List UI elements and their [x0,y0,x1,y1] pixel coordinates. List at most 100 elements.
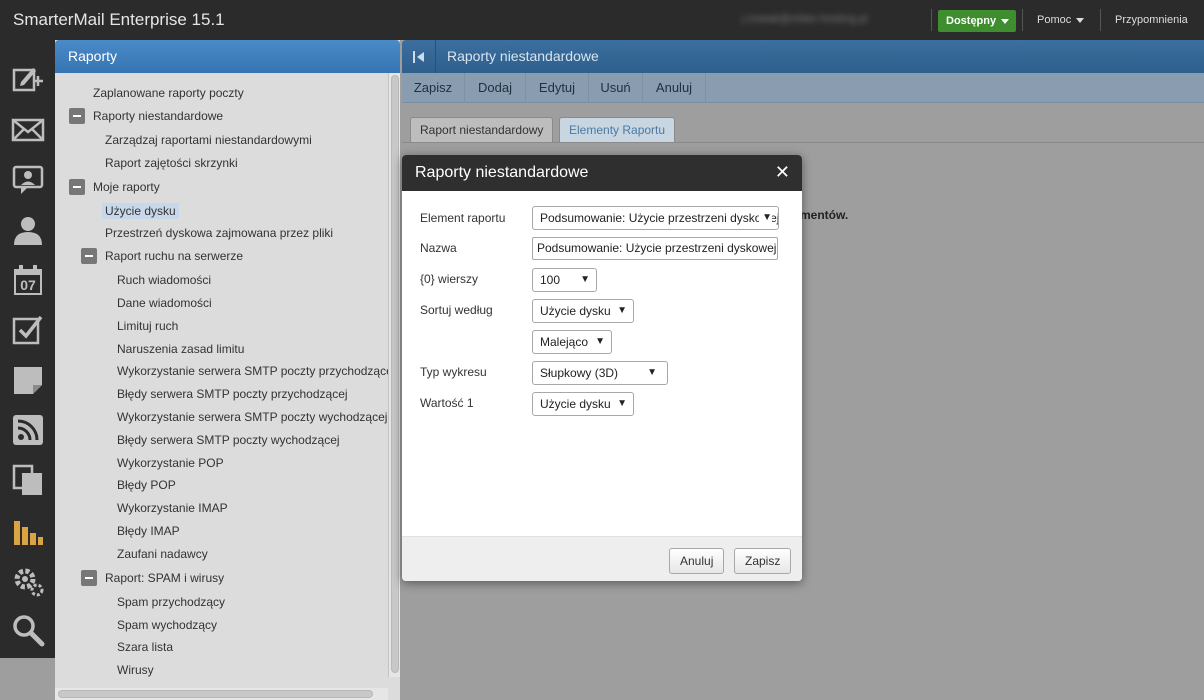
tree-item[interactable]: Wykorzystanie POP [117,453,224,473]
element-select[interactable]: Podsumowanie: Użycie przestrzeni dyskowe… [532,206,779,230]
collapse-left-icon [412,50,424,63]
scrollbar-thumb[interactable] [391,75,399,673]
chevron-down-icon: ▼ [759,207,772,229]
chart-type-select[interactable]: Słupkowy (3D) ▼ [532,361,668,385]
dialog-cancel-button[interactable]: Anuluj [669,548,725,574]
tree-item-file-storage[interactable]: Przestrzeń dyskowa zajmowana przez pliki [105,223,333,243]
rows-select[interactable]: 100 ▼ [532,268,597,292]
tab-custom-report[interactable]: Raport niestandardowy [410,117,554,143]
custom-report-dialog: Raporty niestandardowe ✕ Element raportu… [402,155,802,581]
search-icon[interactable] [8,610,48,650]
dialog-title: Raporty niestandardowe [415,164,589,181]
value1-label: Wartość 1 [420,396,474,410]
tree-item-scheduled[interactable]: Zaplanowane raporty poczty [93,83,244,103]
dialog-header: Raporty niestandardowe ✕ [402,155,802,191]
tree-item[interactable]: Wirusy [117,660,154,680]
tree-item[interactable]: Wykorzystanie IMAP [117,498,228,518]
collapse-icon[interactable] [69,108,85,124]
tree-item[interactable]: Błędy serwera SMTP poczty przychodzącej [117,384,348,404]
tree-item[interactable]: Naruszenia zasad limitu [117,339,244,359]
chat-icon[interactable] [8,160,48,200]
tree-item-label: Dane wiadomości [117,296,212,310]
tree-item-my-reports[interactable]: Moje raporty [93,177,160,197]
tree-item[interactable]: Dane wiadomości [117,293,212,313]
calendar-day: 07 [20,277,36,293]
reports-icon[interactable] [8,510,48,550]
background-text: mentów. [800,208,849,222]
tree-item-label: Spam przychodzący [117,595,226,609]
sort-by-select[interactable]: Użycie dysku ▼ [532,299,634,323]
value1-value: Użycie dysku [540,397,611,411]
help-menu[interactable]: Pomoc [1037,14,1085,26]
cancel-button[interactable]: Anuluj [643,73,706,103]
element-value: Podsumowanie: Użycie przestrzeni dyskowe… [540,211,779,225]
tree-item-label: Zaplanowane raporty poczty [93,86,244,100]
help-label: Pomoc [1037,14,1072,26]
panel-title: Raporty [55,40,400,73]
chart-type-label: Typ wykresu [420,365,487,379]
settings-icon[interactable] [8,560,48,600]
tree-item[interactable]: Spam wychodzący [117,615,217,635]
name-input[interactable]: Podsumowanie: Użycie przestrzeni dyskowe… [532,237,778,260]
status-button[interactable]: Dostępny [938,10,1016,32]
tree-item-label: Spam wychodzący [117,618,218,632]
rss-icon[interactable] [8,410,48,450]
tree-item-label: Raport zajętości skrzynki [105,156,238,170]
tree-item-label: Zarządzaj raportami niestandardowymi [105,133,312,147]
collapse-icon[interactable] [81,248,97,264]
tree-item-label: Błędy serwera SMTP poczty przychodzącej [117,387,348,401]
tree-item-label: Moje raporty [93,180,160,194]
add-button[interactable]: Dodaj [465,73,526,103]
tree-item-label: Przestrzeń dyskowa zajmowana przez pliki [105,226,334,240]
notes-icon[interactable] [8,360,48,400]
tree-item-disk-usage[interactable]: Użycie dysku [102,201,179,221]
files-icon[interactable] [8,460,48,500]
tree-item[interactable]: Ruch wiadomości [117,270,211,290]
mail-icon[interactable] [8,110,48,150]
horizontal-scrollbar[interactable] [55,688,388,700]
tree-item[interactable]: Spam przychodzący [117,592,225,612]
sort-order-select[interactable]: Malejąco ▼ [532,330,612,354]
tree-item-manage-custom[interactable]: Zarządzaj raportami niestandardowymi [105,130,312,150]
tasks-icon[interactable] [8,310,48,350]
tab-report-elements[interactable]: Elementy Raportu [559,117,676,143]
reports-tree: Zaplanowane raporty poczty Raporty niest… [55,73,388,690]
tree-item-server-traffic[interactable]: Raport ruchu na serwerze [105,246,243,266]
edit-button[interactable]: Edytuj [526,73,589,103]
reminders-link[interactable]: Przypomnienia [1115,14,1188,26]
tree-item[interactable]: Wykorzystanie serwera SMTP poczty wychod… [117,407,387,427]
tree-item[interactable]: Limituj ruch [117,316,178,336]
dialog-footer: Anuluj Zapisz [402,536,802,581]
tree-item[interactable]: Zaufani nadawcy [117,544,208,564]
scrollbar-thumb[interactable] [58,690,373,698]
collapse-icon[interactable] [81,570,97,586]
status-label: Dostępny [946,15,997,27]
calendar-icon[interactable]: 07 [8,260,48,300]
chevron-down-icon: ▼ [614,300,627,322]
tree-item-spam-viruses[interactable]: Raport: SPAM i wirusy [105,568,224,588]
delete-button[interactable]: Usuń [589,73,643,103]
chevron-down-icon: ▼ [614,393,627,415]
toolbar: Zapisz Dodaj Edytuj Usuń Anuluj [402,73,1204,103]
close-icon[interactable]: ✕ [775,155,790,189]
app-title: SmarterMail Enterprise 15.1 [13,10,225,29]
save-button[interactable]: Zapisz [402,73,465,103]
tree-item[interactable]: Szara lista [117,637,173,657]
tree-item[interactable]: Wykorzystanie serwera SMTP poczty przych… [117,361,388,381]
tree-item-mailbox-usage[interactable]: Raport zajętości skrzynki [105,153,238,173]
chevron-down-icon: ▼ [577,269,590,291]
tree-item[interactable]: Błędy serwera SMTP poczty wychodzącej [117,430,340,450]
collapse-icon[interactable] [69,179,85,195]
tree-item-custom-reports[interactable]: Raporty niestandardowe [93,106,223,126]
vertical-scrollbar[interactable] [388,73,400,677]
user-email[interactable]: j.nowak@milan-hosting.pl [742,13,868,25]
compose-icon[interactable] [8,59,48,99]
collapse-panel-button[interactable] [402,40,436,73]
dialog-save-button[interactable]: Zapisz [734,548,792,574]
tree-item[interactable]: Błędy IMAP [117,521,180,541]
value1-select[interactable]: Użycie dysku ▼ [532,392,634,416]
tree-item-label: Błędy IMAP [117,524,180,538]
contacts-icon[interactable] [8,210,48,250]
top-separator [1022,9,1023,31]
tree-item[interactable]: Błędy POP [117,475,176,495]
